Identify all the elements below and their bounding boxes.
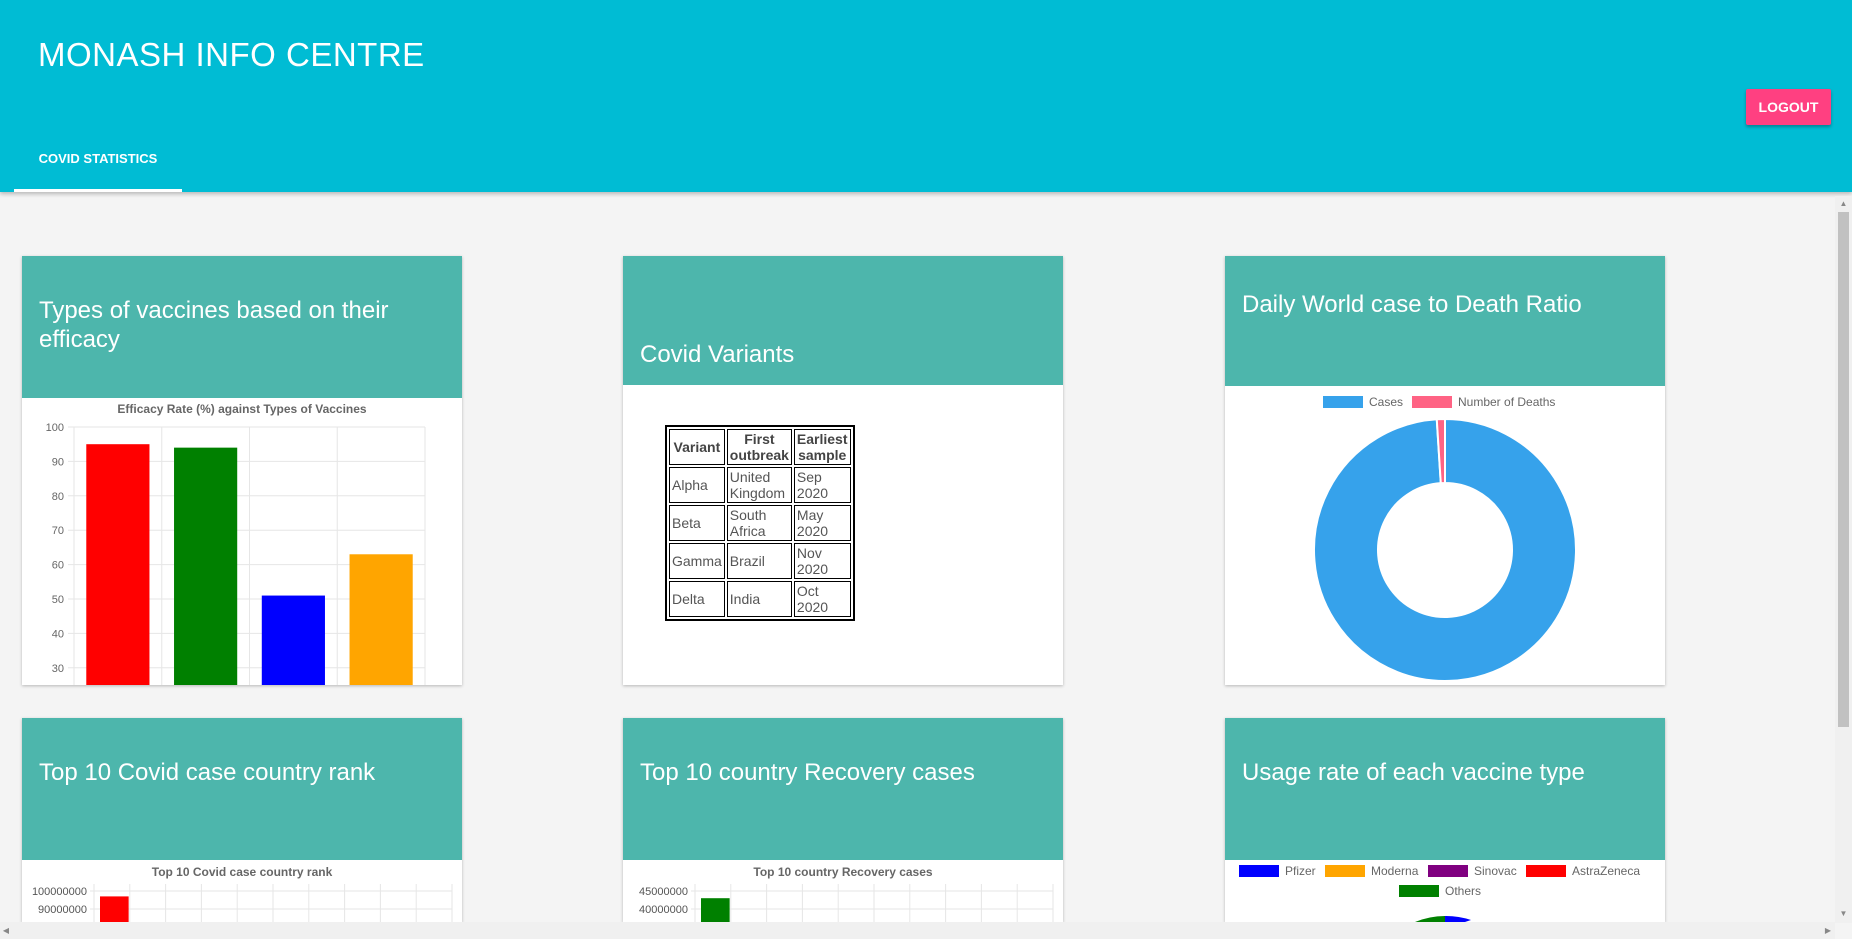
legend-swatch	[1428, 865, 1468, 877]
table-cell: Sep 2020	[793, 467, 851, 503]
legend-label: Number of Deaths	[1458, 395, 1555, 409]
active-tab-indicator	[14, 189, 182, 192]
table-row: Beta South Africa May 2020	[669, 505, 851, 541]
y-tick-label: 90000000	[38, 904, 87, 916]
table-cell: Brazil	[726, 543, 792, 579]
card-header: Covid Variants	[623, 256, 1063, 385]
table-row: Alpha United Kingdom Sep 2020	[669, 467, 851, 503]
card-title: Covid Variants	[640, 341, 795, 368]
card-title: Daily World case to Death Ratio	[1242, 291, 1582, 318]
table-cell: Oct 2020	[793, 581, 851, 617]
y-tick-label: 45000000	[639, 886, 688, 898]
chart-title: Top 10 Covid case country rank	[152, 865, 333, 879]
table-cell: Gamma	[669, 543, 725, 579]
y-tick-label: 30	[52, 663, 64, 675]
table-cell: May 2020	[793, 505, 851, 541]
top10-recovery-bar-chart: Top 10 country Recovery cases 45000000 400…	[639, 865, 1054, 922]
y-tick-label: 100000000	[32, 886, 87, 898]
logout-button[interactable]: LOGOUT	[1746, 89, 1831, 125]
y-tick-label: 40	[52, 628, 64, 640]
card-header: Top 10 country Recovery cases	[623, 718, 1063, 860]
card-vaccine-efficacy: Types of vaccines based on their efficac…	[22, 256, 462, 685]
legend-swatch	[1526, 865, 1566, 877]
app-title: MONASH INFO CENTRE	[38, 36, 425, 73]
card-usage-rate: Usage rate of each vaccine type Pfizer Mo…	[1225, 718, 1665, 922]
bar-moderna	[174, 447, 238, 685]
legend-label: Sinovac	[1474, 864, 1517, 878]
card-header: Daily World case to Death Ratio	[1225, 256, 1665, 386]
column-header: First outbreak	[726, 429, 792, 465]
chart-title: Top 10 country Recovery cases	[753, 865, 933, 879]
y-tick-label: 80	[52, 491, 64, 503]
card-top10-cases: Top 10 Covid case country rank Top 10 Co…	[22, 718, 462, 922]
card-death-ratio: Daily World case to Death Ratio Cases Num…	[1225, 256, 1665, 685]
table-row: Gamma Brazil Nov 2020	[669, 543, 851, 579]
table-header-row: Variant First outbreak Earliest sample	[669, 429, 851, 465]
scroll-up-icon[interactable]: ▲	[1838, 198, 1849, 210]
tab-covid-statistics[interactable]: COVID STATISTICS	[14, 143, 182, 192]
table-cell: Alpha	[669, 467, 725, 503]
bar-sinovac	[261, 595, 325, 685]
legend-swatch	[1239, 865, 1279, 877]
death-ratio-doughnut-chart: Cases Number of Deaths	[1313, 395, 1577, 682]
card-header: Types of vaccines based on their efficac…	[22, 256, 462, 398]
top10-cases-bar-chart: Top 10 Covid case country rank 100000000 9…	[32, 865, 453, 922]
card-header: Top 10 Covid case country rank	[22, 718, 462, 860]
legend-swatch	[1399, 885, 1439, 897]
table-cell: United Kingdom	[726, 467, 792, 503]
y-tick-label: 40000000	[639, 904, 688, 916]
table-cell: India	[726, 581, 792, 617]
card-title: Usage rate of each vaccine type	[1242, 759, 1585, 786]
efficacy-bar-chart: Efficacy Rate (%) against Types of Vacci…	[46, 402, 426, 685]
bar-astrazeneca	[349, 554, 413, 685]
legend-swatch	[1412, 396, 1452, 408]
legend-label: Pfizer	[1285, 864, 1316, 878]
scroll-left-icon[interactable]: ◀	[0, 922, 12, 939]
card-title: Top 10 country Recovery cases	[640, 759, 975, 786]
column-header: Variant	[669, 429, 725, 465]
bar-pfizer	[86, 444, 150, 685]
card-title: Top 10 Covid case country rank	[39, 759, 376, 786]
y-tick-label: 100	[46, 422, 64, 434]
variants-table: Variant First outbreak Earliest sample A…	[665, 425, 855, 621]
y-tick-label: 70	[52, 525, 64, 537]
card-top10-recovery: Top 10 country Recovery cases Top 10 cou…	[623, 718, 1063, 922]
app-header	[0, 0, 1852, 192]
table-cell: Delta	[669, 581, 725, 617]
y-tick-label: 60	[52, 560, 64, 572]
legend-label: Moderna	[1371, 864, 1419, 878]
legend-label: Cases	[1369, 395, 1403, 409]
legend-swatch	[1323, 396, 1363, 408]
table-cell: Beta	[669, 505, 725, 541]
bar-rank-1	[100, 896, 129, 922]
legend-label: AstraZeneca	[1572, 864, 1640, 878]
legend-label: Others	[1445, 884, 1481, 898]
table-cell: South Africa	[726, 505, 792, 541]
table-cell: Nov 2020	[793, 543, 851, 579]
bar-rank-1	[701, 898, 730, 922]
usage-rate-pie-chart: Pfizer Moderna Sinovac AstraZeneca Others	[1239, 864, 1640, 922]
table-row: Delta India Oct 2020	[669, 581, 851, 617]
legend-swatch	[1325, 865, 1365, 877]
card-covid-variants: Covid Variants Variant First outbreak Ea…	[623, 256, 1063, 685]
card-header: Usage rate of each vaccine type	[1225, 718, 1665, 860]
vertical-scroll-thumb[interactable]	[1838, 212, 1849, 727]
horizontal-scrollbar[interactable]	[0, 922, 1835, 939]
scroll-down-icon[interactable]: ▼	[1838, 908, 1849, 920]
chart-title: Efficacy Rate (%) against Types of Vacci…	[117, 402, 367, 416]
card-title: Types of vaccines based on their efficac…	[39, 297, 389, 353]
column-header: Earliest sample	[793, 429, 851, 465]
y-tick-label: 50	[52, 594, 64, 606]
scroll-right-icon[interactable]: ▶	[1822, 922, 1834, 939]
y-tick-label: 90	[52, 456, 64, 468]
